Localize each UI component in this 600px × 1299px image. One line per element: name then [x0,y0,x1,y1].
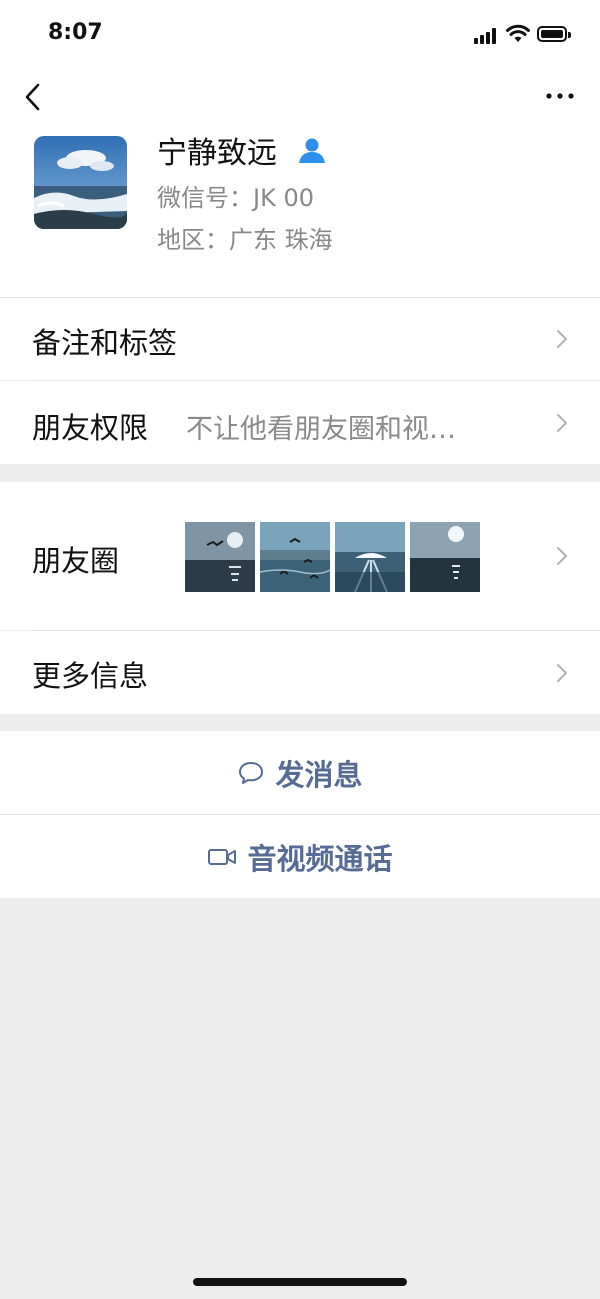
status-bar: 8:07 [0,0,600,70]
profile-header: 宁静致远 微信号：JK 00 地区：广东 珠海 [0,126,600,298]
chevron-right-icon [557,547,567,565]
moments-thumbnail [185,522,255,592]
row-friend-permissions-label: 朋友权限 [32,411,149,445]
more-icon[interactable] [544,86,576,106]
cellular-signal-icon [474,28,500,44]
row-more-info-label: 更多信息 [32,659,149,693]
row-friend-permissions-value: 不让他看朋友圈和视… [186,414,456,445]
person-icon [299,138,325,163]
back-arrow-icon[interactable] [20,80,48,114]
chat-bubble-icon [239,761,264,784]
home-indicator [193,1278,407,1286]
row-remarks-tags-label: 备注和标签 [32,326,178,360]
avatar[interactable] [34,136,127,229]
moments-thumbnail [410,522,480,592]
chevron-right-icon [557,414,567,432]
row-more-info[interactable]: 更多信息 [0,631,600,714]
chevron-right-icon [557,664,567,682]
chevron-right-icon [557,330,567,348]
send-message-button[interactable]: 发消息 [0,731,600,814]
video-call-label: 音视频通话 [247,841,393,876]
row-moments[interactable]: 朋友圈 [0,482,600,630]
row-friend-permissions[interactable]: 朋友权限 不让他看朋友圈和视… [0,381,600,464]
nav-bar [0,70,600,126]
video-camera-icon [208,848,237,865]
wechat-id: 微信号：JK 00 [157,184,314,212]
status-time: 8:07 [48,20,103,45]
moments-thumbnail [335,522,405,592]
video-call-button[interactable]: 音视频通话 [0,815,600,898]
row-remarks-tags[interactable]: 备注和标签 [0,298,600,380]
moments-thumbnail [260,522,330,592]
region: 地区：广东 珠海 [157,226,333,254]
send-message-label: 发消息 [275,757,363,792]
profile-name: 宁静致远 [157,136,277,171]
row-moments-label: 朋友圈 [32,544,120,578]
battery-icon [537,26,571,42]
wifi-icon [506,24,530,42]
moments-thumbnails [185,522,480,592]
